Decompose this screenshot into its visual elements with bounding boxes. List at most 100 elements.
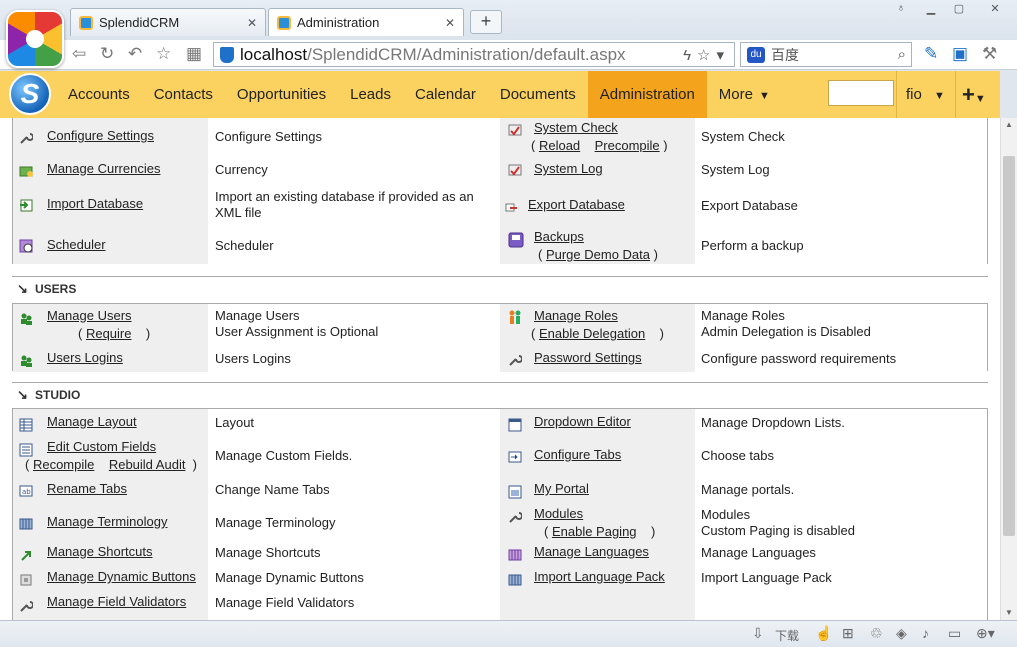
users-logins-link[interactable]: Users Logins (47, 350, 123, 365)
menu-more[interactable]: More ▼ (707, 71, 782, 118)
browser-logo-icon[interactable] (6, 10, 64, 68)
zoom-icon[interactable]: ⊕▾ (976, 625, 995, 642)
modules-link[interactable]: Modules (534, 506, 583, 521)
shield-icon[interactable]: ◈ (896, 625, 907, 642)
search-icon[interactable]: ⌕ (898, 46, 906, 63)
rename-tabs-link[interactable]: Rename Tabs (47, 481, 127, 496)
import-language-icon (508, 573, 522, 587)
admin-content: Configure Settings Configure Settings Sy… (0, 118, 1000, 620)
custom-fields-sublinks: ( Recompile Rebuild Audit ) (25, 457, 198, 472)
password-settings-link[interactable]: Password Settings (534, 350, 642, 365)
vertical-scrollbar[interactable]: ▲ ▼ (1000, 118, 1017, 620)
users-icon (19, 311, 33, 325)
tab-splendidcrm[interactable]: SplendidCRM ✕ (70, 8, 266, 36)
download-icon[interactable]: ⇩ (752, 625, 764, 642)
system-log-link[interactable]: System Log (534, 161, 603, 176)
address-tools-icon[interactable]: ϟ☆▾ (683, 46, 734, 64)
tab-close-icon[interactable]: ✕ (247, 16, 257, 30)
import-database-link[interactable]: Import Database (47, 196, 143, 211)
manage-field-validators-link[interactable]: Manage Field Validators (47, 594, 186, 609)
manage-dynamic-buttons-link[interactable]: Manage Dynamic Buttons (47, 569, 196, 584)
custom-paging-status: Custom Paging is disabled (701, 523, 855, 538)
collapse-arrow-icon[interactable]: ↘ (17, 387, 28, 403)
studio-section-title: STUDIO (35, 388, 81, 402)
rebuild-audit-link[interactable]: Rebuild Audit (109, 457, 186, 472)
dropdown-editor-link[interactable]: Dropdown Editor (534, 414, 631, 429)
tab-close-icon[interactable]: ✕ (445, 16, 455, 30)
export-icon (504, 200, 518, 214)
menu-administration[interactable]: Administration (587, 71, 707, 118)
like-icon[interactable]: ☝ (815, 625, 832, 642)
enable-paging-link[interactable]: Enable Paging (552, 524, 637, 539)
users-section-title: USERS (35, 282, 77, 296)
download-label[interactable]: 下载 (775, 627, 799, 644)
system-log-desc: System Log (701, 162, 770, 177)
manage-terminology-link[interactable]: Manage Terminology (47, 514, 167, 529)
grid-icon[interactable]: ▦ (186, 44, 202, 64)
window-icon[interactable]: ▭ (948, 625, 961, 642)
dynamic-buttons-icon (19, 573, 33, 587)
recompile-link[interactable]: Recompile (33, 457, 94, 472)
menu-contacts[interactable]: Contacts (142, 71, 225, 118)
scroll-up-icon[interactable]: ▲ (1005, 120, 1013, 129)
reload-icon[interactable]: ↻ (100, 44, 114, 64)
search-box[interactable]: du 百度 ⌕ (740, 42, 912, 67)
roles-icon (508, 310, 522, 324)
favorite-icon[interactable]: ☆ (156, 44, 171, 64)
scheduler-link[interactable]: Scheduler (47, 237, 106, 252)
require-link[interactable]: Require (86, 326, 132, 341)
undo-icon[interactable]: ↶ (128, 44, 142, 64)
backups-link[interactable]: Backups (534, 229, 584, 244)
menu-documents[interactable]: Documents (488, 71, 588, 118)
menu-accounts[interactable]: Accounts (56, 71, 142, 118)
manage-shortcuts-link[interactable]: Manage Shortcuts (47, 544, 153, 559)
menu-calendar[interactable]: Calendar (403, 71, 488, 118)
menu-leads[interactable]: Leads (338, 71, 403, 118)
translate-icon[interactable]: ✎ (924, 44, 938, 64)
export-database-link[interactable]: Export Database (528, 197, 625, 212)
window-close-icon[interactable]: ✕ (982, 2, 1008, 15)
minimize-icon[interactable]: ▁ (918, 2, 944, 15)
header-search-input[interactable] (828, 80, 894, 106)
manage-layout-link[interactable]: Manage Layout (47, 414, 137, 429)
table-row: Manage Dynamic Buttons Manage Dynamic Bu… (13, 566, 987, 591)
trash-icon[interactable]: ♲ (870, 625, 883, 642)
edit-custom-fields-link[interactable]: Edit Custom Fields (47, 439, 156, 454)
configure-settings-link[interactable]: Configure Settings (47, 128, 154, 143)
manage-dynamic-buttons-desc: Manage Dynamic Buttons (215, 570, 364, 585)
menu-opportunities[interactable]: Opportunities (225, 71, 338, 118)
manage-field-validators-desc: Manage Field Validators (215, 595, 355, 610)
precompile-link[interactable]: Precompile (595, 138, 660, 153)
system-check-link[interactable]: System Check (534, 120, 618, 135)
tools-icon[interactable]: ⚒ (982, 44, 997, 64)
collapse-arrow-icon[interactable]: ↘ (17, 281, 28, 297)
skin-icon[interactable]: ♁ (888, 2, 914, 14)
reload-link[interactable]: Reload (539, 138, 580, 153)
purge-demo-data-link[interactable]: Purge Demo Data (546, 247, 650, 262)
back-icon[interactable]: ⇦ (72, 44, 86, 64)
import-language-pack-link[interactable]: Import Language Pack (534, 569, 665, 584)
speaker-icon[interactable]: ♪ (922, 625, 929, 641)
add-icon[interactable]: ⊞ (842, 625, 854, 642)
table-row: Edit Custom Fields ( Recompile Rebuild A… (13, 437, 987, 475)
user-menu[interactable]: fio ▼ (896, 71, 956, 118)
scroll-down-icon[interactable]: ▼ (1005, 608, 1013, 617)
enable-delegation-link[interactable]: Enable Delegation (539, 326, 645, 341)
configure-tabs-link[interactable]: Configure Tabs (534, 447, 621, 462)
manage-languages-link[interactable]: Manage Languages (534, 544, 649, 559)
manage-roles-link[interactable]: Manage Roles (534, 308, 618, 323)
tab-administration[interactable]: Administration ✕ (268, 8, 464, 36)
manage-currencies-link[interactable]: Manage Currencies (47, 161, 160, 176)
quick-create-menu[interactable]: +▼ (958, 71, 1000, 118)
scrollbar-thumb[interactable] (1003, 156, 1015, 536)
address-bar[interactable]: localhost /SplendidCRM/Administration/de… (213, 42, 735, 67)
splendidcrm-logo[interactable]: S (9, 73, 51, 115)
manage-users-link[interactable]: Manage Users (47, 308, 132, 323)
table-row: Manage Terminology Manage Terminology Mo… (13, 505, 987, 541)
manage-shortcuts-desc: Manage Shortcuts (215, 545, 321, 560)
svg-text:ab: ab (22, 488, 31, 496)
my-portal-link[interactable]: My Portal (534, 481, 589, 496)
screenshot-icon[interactable]: ▣ (952, 44, 968, 64)
new-tab-button[interactable]: + (470, 10, 502, 34)
maximize-icon[interactable]: ▢ (946, 2, 972, 15)
